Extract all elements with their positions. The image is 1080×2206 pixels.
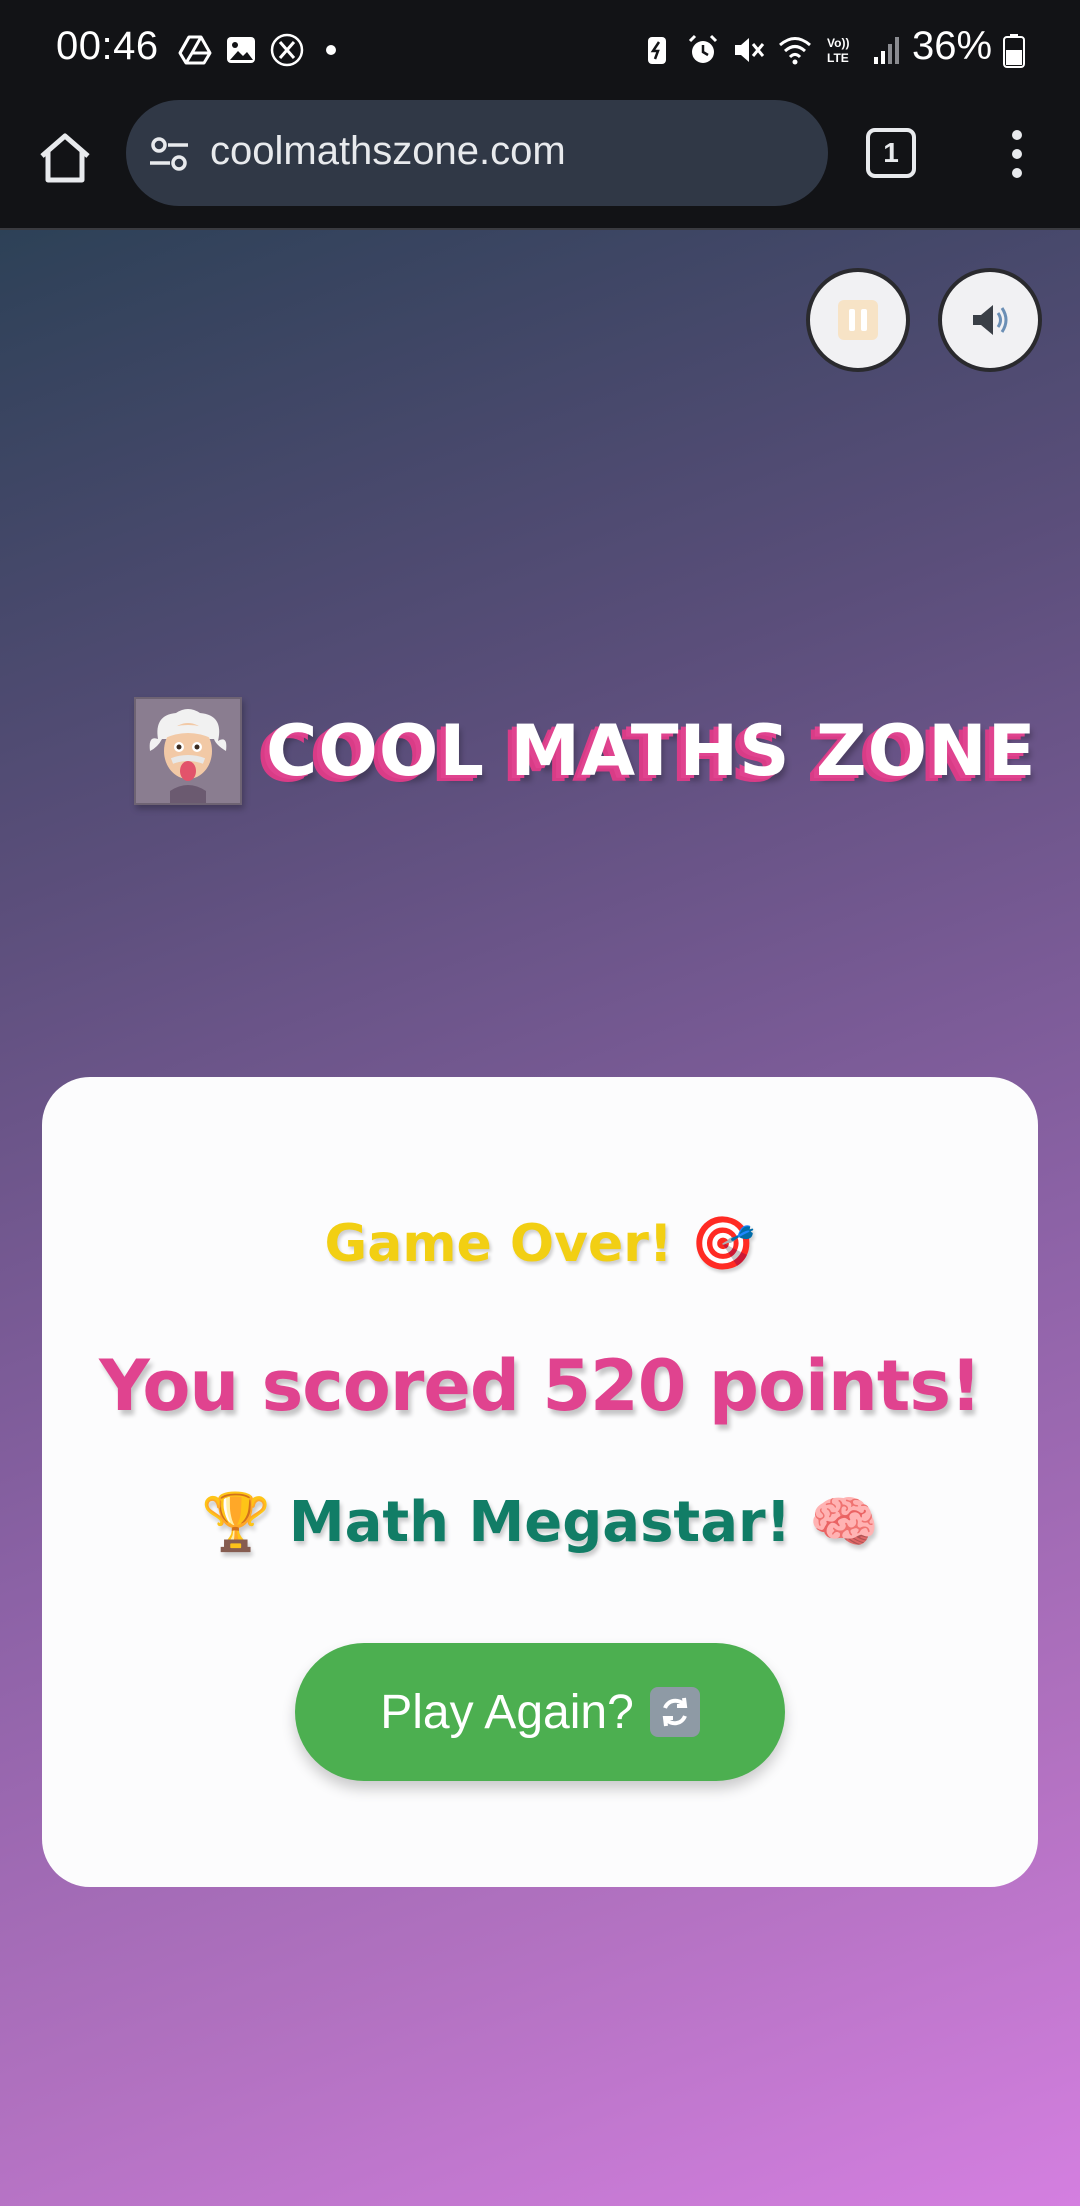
game-over-heading: Game Over! 🎯	[324, 1214, 756, 1274]
speaker-icon	[973, 305, 1008, 335]
gallery-icon	[227, 37, 255, 63]
svg-text:LTE: LTE	[827, 51, 849, 65]
play-again-button[interactable]: Play Again?	[295, 1643, 785, 1781]
volte-icon: Vo)) LTE	[827, 36, 849, 65]
alarm-icon	[688, 34, 718, 63]
brain-icon: 🧠	[809, 1490, 879, 1555]
sound-button[interactable]	[938, 268, 1042, 372]
x-icon	[270, 33, 304, 67]
status-right-icons: Vo)) LTE	[640, 30, 904, 70]
brand-header: COOL MATHS ZONE	[134, 697, 1037, 805]
site-settings-icon[interactable]	[148, 134, 190, 174]
more-menu-icon[interactable]	[1000, 126, 1034, 182]
pause-icon	[838, 300, 878, 340]
game-over-card: Game Over! 🎯 You scored 520 points! 🏆 Ma…	[42, 1077, 1038, 1887]
battery-saver-icon	[648, 37, 666, 64]
status-bar: 00:46 Vo)) LTE 36%	[0, 0, 1080, 100]
browser-toolbar: coolmathszone.com 1	[0, 100, 1080, 230]
rank-text: Math Megastar!	[288, 1489, 792, 1555]
status-left-icons	[178, 30, 336, 70]
brand-title: COOL MATHS ZONE	[266, 710, 1037, 792]
battery-percent: 36%	[912, 24, 993, 68]
refresh-icon	[649, 1687, 700, 1737]
tab-switcher-button[interactable]: 1	[866, 128, 916, 178]
einstein-avatar	[134, 697, 242, 805]
play-again-label: Play Again?	[380, 1685, 634, 1739]
game-page: COOL MATHS ZONE Game Over! 🎯 You scored …	[0, 230, 1080, 2206]
trophy-icon: 🏆	[201, 1490, 271, 1555]
url-text[interactable]: coolmathszone.com	[210, 129, 566, 174]
wifi-icon	[779, 37, 811, 65]
battery-icon	[1003, 34, 1025, 68]
tab-count: 1	[866, 128, 916, 178]
mute-icon	[735, 38, 765, 62]
signal-icon	[874, 37, 899, 64]
drive-icon	[178, 35, 212, 65]
rank-line: 🏆 Math Megastar! 🧠	[42, 1489, 1038, 1556]
svg-text:Vo)): Vo))	[827, 36, 849, 50]
home-icon[interactable]	[34, 128, 96, 190]
status-time: 00:46	[56, 24, 159, 68]
dot-icon	[326, 45, 336, 55]
score-text: You scored 520 points!	[99, 1345, 982, 1427]
address-bar[interactable]: coolmathszone.com	[126, 100, 828, 206]
pause-button[interactable]	[806, 268, 910, 372]
